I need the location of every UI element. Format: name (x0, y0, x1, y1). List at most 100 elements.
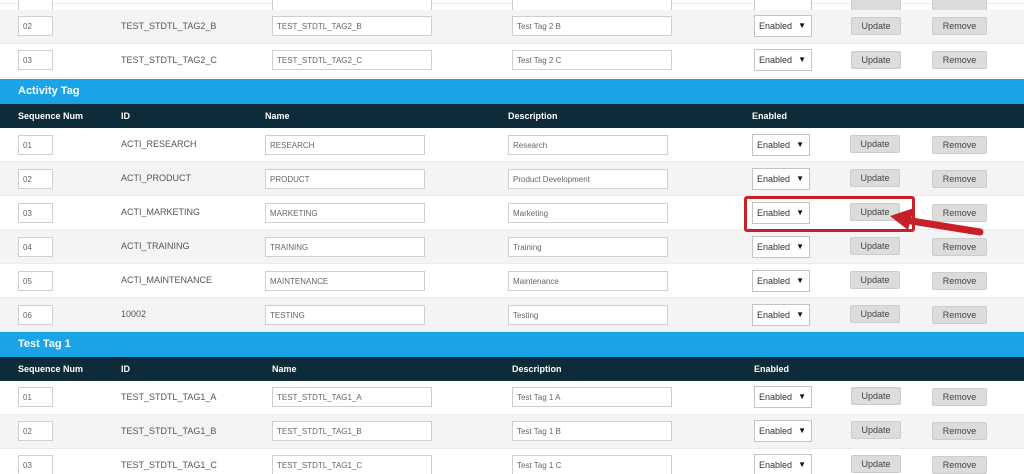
update-button[interactable]: Update (851, 421, 901, 439)
remove-button[interactable]: Remove (932, 422, 987, 440)
table-row: ACTI_RESEARCH Enabled ▼ Update Remove (0, 128, 1024, 162)
update-button[interactable]: Update (851, 455, 901, 473)
remove-button[interactable]: Remove (932, 17, 987, 35)
sequence-input[interactable] (18, 387, 53, 407)
name-input[interactable] (265, 135, 425, 155)
remove-button[interactable]: Remove (932, 204, 987, 222)
chevron-down-icon: ▼ (796, 242, 804, 251)
description-input[interactable] (508, 305, 668, 325)
remove-button[interactable]: Remove (932, 136, 987, 154)
sequence-input[interactable] (18, 305, 53, 325)
table-row: ACTI_MARKETING Enabled ▼ Update Remove (0, 196, 1024, 230)
enabled-select-value: Enabled (757, 208, 791, 218)
update-button[interactable]: Update (851, 17, 901, 35)
enabled-select-value: Enabled (759, 55, 793, 65)
remove-button[interactable]: Remove (932, 306, 987, 324)
update-button[interactable]: Update (850, 203, 900, 221)
sequence-input[interactable] (18, 237, 53, 257)
enabled-select-value: Enabled (757, 276, 791, 286)
row-id: TEST_STDTL_TAG1_C (121, 460, 217, 470)
sequence-input[interactable] (18, 169, 53, 189)
description-input[interactable] (512, 455, 672, 474)
description-input[interactable] (508, 169, 668, 189)
row-id: ACTI_RESEARCH (121, 139, 197, 149)
chevron-down-icon: ▼ (796, 174, 804, 183)
table-row: TEST_STDTL_TAG1_C Enabled ▼ Update Remove (0, 449, 1024, 474)
enabled-select[interactable]: Enabled ▼ (754, 454, 812, 474)
name-input[interactable] (272, 455, 432, 474)
enabled-select[interactable]: Enabled ▼ (754, 386, 812, 408)
chevron-down-icon: ▼ (796, 276, 804, 285)
remove-button[interactable]: Remove (932, 456, 987, 474)
sequence-input[interactable] (18, 50, 53, 70)
name-input[interactable] (265, 305, 425, 325)
table-row: TEST_STDTL_TAG1_A Enabled ▼ Update Remove (0, 381, 1024, 415)
remove-button[interactable]: Remove (932, 388, 987, 406)
name-input[interactable] (272, 50, 432, 70)
enabled-select[interactable]: Enabled ▼ (752, 270, 810, 292)
description-input[interactable] (508, 135, 668, 155)
enabled-select[interactable]: Enabled ▼ (752, 134, 810, 156)
enabled-select[interactable]: Enabled ▼ (752, 304, 810, 326)
chevron-down-icon: ▼ (796, 140, 804, 149)
row-id: TEST_STDTL_TAG2_B (121, 21, 217, 31)
header-description: Description (508, 111, 558, 121)
update-button[interactable]: Update (850, 237, 900, 255)
update-button[interactable]: Update (851, 51, 901, 69)
column-header-row: Sequence Num ID Name Description Enabled (0, 357, 1024, 381)
description-input[interactable] (512, 50, 672, 70)
sequence-input[interactable] (18, 421, 53, 441)
sequence-input[interactable] (18, 203, 53, 223)
chevron-down-icon: ▼ (798, 55, 806, 64)
description-input[interactable] (508, 203, 668, 223)
chevron-down-icon: ▼ (798, 460, 806, 469)
description-input[interactable] (512, 16, 672, 36)
update-button[interactable]: Update (851, 387, 901, 405)
column-header-row: Sequence Num ID Name Description Enabled (0, 104, 1024, 128)
sequence-input[interactable] (18, 271, 53, 291)
name-input[interactable] (265, 237, 425, 257)
description-input[interactable] (508, 237, 668, 257)
name-input[interactable] (272, 421, 432, 441)
chevron-down-icon: ▼ (798, 426, 806, 435)
update-button[interactable]: Update (850, 305, 900, 323)
update-button[interactable]: Update (850, 169, 900, 187)
table-row: 10002 Enabled ▼ Update Remove (0, 298, 1024, 332)
remove-button[interactable]: Remove (932, 170, 987, 188)
header-name: Name (265, 111, 290, 121)
description-input[interactable] (512, 387, 672, 407)
name-input[interactable] (272, 387, 432, 407)
description-input[interactable] (512, 421, 672, 441)
sequence-input[interactable] (18, 16, 53, 36)
remove-button[interactable]: Remove (932, 272, 987, 290)
sequence-input[interactable] (18, 135, 53, 155)
chevron-down-icon: ▼ (798, 392, 806, 401)
remove-button[interactable]: Remove (932, 238, 987, 256)
header-sequence: Sequence Num (18, 364, 84, 374)
update-button[interactable]: Update (850, 271, 900, 289)
remove-button[interactable]: Remove (932, 51, 987, 69)
enabled-select[interactable]: Enabled ▼ (754, 49, 812, 71)
header-enabled: Enabled (752, 111, 788, 121)
row-id: ACTI_MARKETING (121, 207, 201, 217)
enabled-select[interactable]: Enabled ▼ (754, 420, 812, 442)
enabled-select[interactable]: Enabled ▼ (754, 15, 812, 37)
enabled-select[interactable]: Enabled ▼ (752, 236, 810, 258)
enabled-select-value: Enabled (759, 392, 793, 402)
header-name: Name (272, 364, 297, 374)
sequence-input[interactable] (18, 455, 53, 474)
table-row: TEST_STDTL_TAG1_B Enabled ▼ Update Remove (0, 415, 1024, 449)
enabled-select[interactable]: Enabled ▼ (752, 168, 810, 190)
name-input[interactable] (265, 169, 425, 189)
description-input[interactable] (508, 271, 668, 291)
enabled-select-value: Enabled (757, 310, 791, 320)
name-input[interactable] (265, 271, 425, 291)
chevron-down-icon: ▼ (798, 21, 806, 30)
header-description: Description (512, 364, 562, 374)
name-input[interactable] (272, 16, 432, 36)
update-button[interactable]: Update (850, 135, 900, 153)
table-row: TEST_STDTL_TAG2_C Enabled ▼ Update Remove (0, 44, 1024, 78)
name-input[interactable] (265, 203, 425, 223)
chevron-down-icon: ▼ (796, 310, 804, 319)
enabled-select[interactable]: Enabled ▼ (752, 202, 810, 224)
